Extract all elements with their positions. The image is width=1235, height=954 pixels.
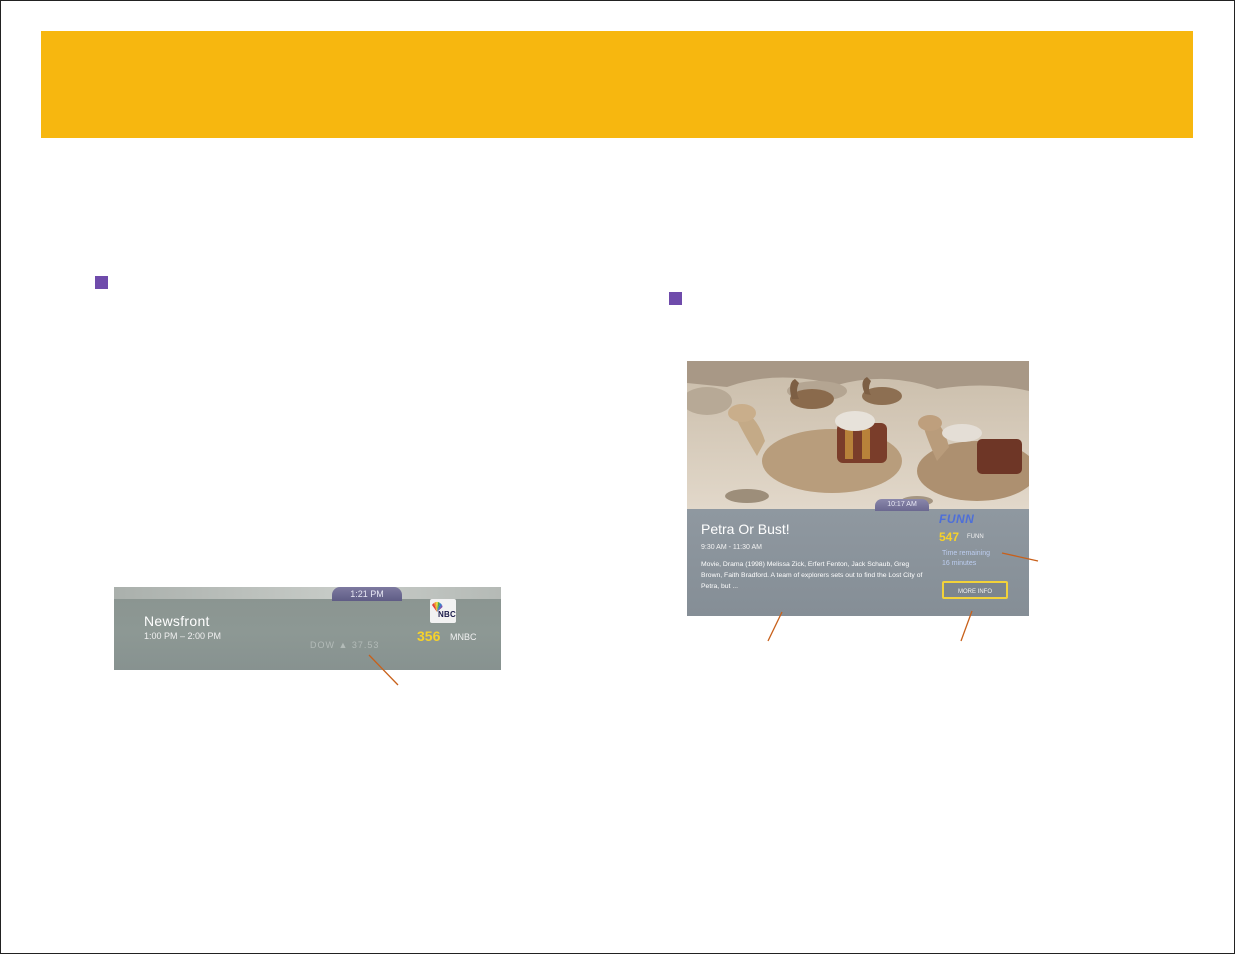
callout-line-description <box>767 611 783 642</box>
callout-line-time-remaining <box>1001 552 1039 562</box>
callout-lines <box>368 552 1039 686</box>
callout-line-ticker <box>368 654 399 686</box>
callout-line-more-info <box>960 610 973 642</box>
